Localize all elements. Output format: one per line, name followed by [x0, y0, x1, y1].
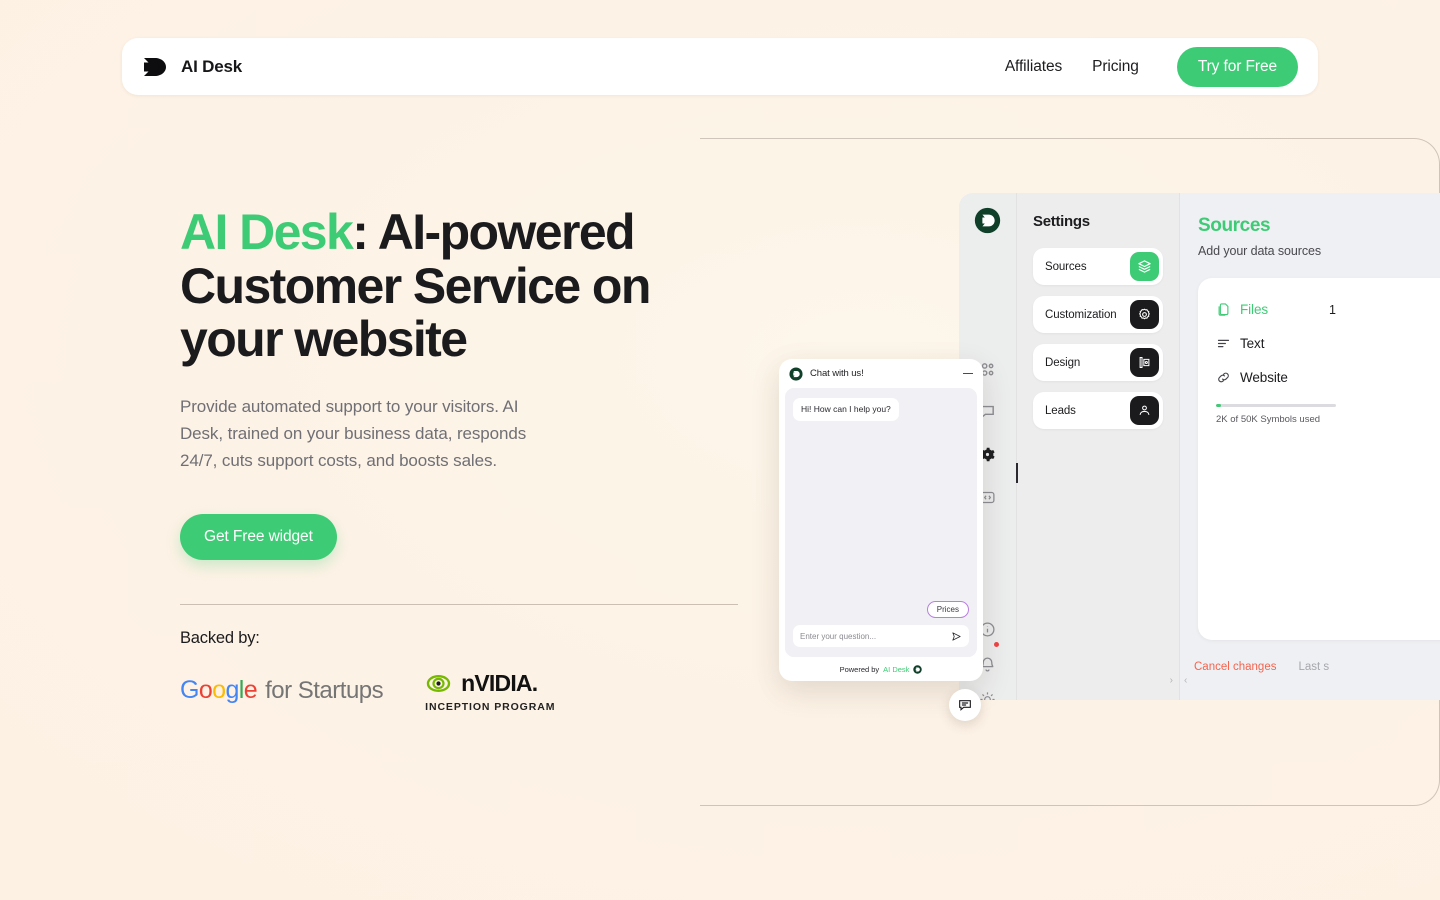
nav-link-pricing[interactable]: Pricing [1092, 58, 1139, 76]
get-free-widget-button[interactable]: Get Free widget [180, 513, 337, 560]
nvidia-wordmark: nVIDIA. [461, 669, 538, 696]
aidesk-circle-logo-icon [789, 366, 803, 381]
chat-bot-message: Hi! How can I help you? [793, 398, 899, 422]
link-icon [1218, 372, 1229, 383]
headline-accent: AI Desk [180, 204, 354, 260]
text-caret [1016, 463, 1018, 483]
hero-divider [180, 603, 738, 605]
sources-subtitle: Add your data sources [1198, 244, 1321, 258]
setting-row-customization[interactable]: Customization [1033, 296, 1163, 333]
settings-panel: Settings Sources Customization Design Le… [1016, 193, 1179, 700]
minimize-icon[interactable] [963, 372, 973, 375]
google-letter-g2: g [225, 676, 239, 705]
send-icon[interactable] [951, 631, 962, 642]
setting-label-customization: Customization [1045, 308, 1117, 321]
chat-input-placeholder: Enter your question... [800, 631, 877, 641]
source-label-text: Text [1240, 336, 1265, 351]
google-suffix: for Startups [265, 677, 384, 705]
setting-label-design: Design [1045, 356, 1081, 369]
sources-card: Files 1 Text Website 2K of 50K Symbols u… [1198, 278, 1440, 640]
chat-input[interactable]: Enter your question... [793, 625, 969, 647]
layers-icon [1130, 252, 1159, 281]
dashboard-preview: Settings Sources Customization Design Le… [959, 193, 1440, 700]
nvidia-subtitle: INCEPTION PROGRAM [425, 700, 556, 713]
chat-widget-title: Chat with us! [810, 368, 864, 379]
nav-link-affiliates[interactable]: Affiliates [1005, 58, 1062, 76]
powered-by-brand: AI Desk [883, 664, 910, 674]
chat-bubble-icon [959, 700, 971, 711]
usage-progress: 2K of 50K Symbols used [1216, 404, 1336, 425]
bell-dot-badge [994, 642, 999, 647]
setting-label-sources: Sources [1045, 260, 1087, 273]
setting-row-leads[interactable]: Leads [1033, 392, 1163, 429]
last-saved-label: Last s [1298, 661, 1330, 673]
chat-widget-footer: Powered by AI Desk [779, 657, 983, 681]
setting-row-sources[interactable]: Sources [1033, 248, 1163, 285]
cancel-changes-link[interactable]: Cancel changes [1194, 661, 1276, 673]
aidesk-d-logo-icon [144, 57, 166, 76]
chat-widget: Chat with us! Hi! How can I help you? Pr… [779, 359, 983, 681]
text-lines-icon [1217, 339, 1230, 348]
source-label-website: Website [1240, 370, 1288, 385]
page-root: AI Desk Affiliates Pricing Try for Free … [0, 0, 1440, 900]
site-header: AI Desk Affiliates Pricing Try for Free [122, 38, 1318, 95]
aidesk-circle-logo-icon [974, 207, 1001, 234]
try-for-free-button[interactable]: Try for Free [1176, 46, 1298, 87]
usage-label: 2K of 50K Symbols used [1216, 414, 1321, 425]
google-letter-o2: o [212, 676, 226, 705]
page-title: AI Desk: AI-powered Customer Service on … [180, 204, 680, 367]
google-letter-o1: o [198, 676, 213, 705]
quick-reply-row: Prices [793, 601, 969, 618]
sources-collapse-chevron[interactable]: ‹ [1184, 675, 1187, 686]
google-letter-g1: G [180, 676, 199, 705]
source-item-files[interactable]: Files 1 [1216, 302, 1440, 317]
aidesk-circle-logo-icon [913, 664, 923, 674]
people-icon [1130, 396, 1159, 425]
sources-title: Sources [1198, 215, 1271, 236]
setting-row-design[interactable]: Design [1033, 344, 1163, 381]
chat-widget-header: Chat with us! [779, 359, 983, 388]
quick-reply-prices[interactable]: Prices [926, 601, 969, 618]
usage-progress-track [1216, 404, 1336, 407]
powered-by-label: Powered by [839, 664, 880, 674]
chat-message-area: Hi! How can I help you? Prices Enter you… [785, 388, 977, 657]
usage-progress-fill [1216, 404, 1221, 407]
hero-section: AI Desk: AI-powered Customer Service on … [180, 204, 740, 713]
settings-title: Settings [1033, 213, 1090, 230]
sources-panel: Sources Add your data sources Files 1 Te… [1179, 193, 1440, 700]
nvidia-inception-logo: nVIDIA. INCEPTION PROGRAM [425, 670, 555, 713]
source-item-text[interactable]: Text [1216, 336, 1440, 351]
palette-icon [1130, 348, 1159, 377]
settings-collapse-chevron[interactable]: › [1170, 675, 1173, 686]
source-count-files: 1 [1329, 302, 1336, 317]
nvidia-eye-icon [426, 674, 451, 692]
gear-icon [1130, 300, 1159, 329]
hero-subhead: Provide automated support to your visito… [180, 396, 527, 470]
backed-by-label: Backed by: [180, 628, 260, 647]
chat-fab-button[interactable] [949, 689, 981, 721]
sources-footer: Cancel changes Last s [1194, 661, 1329, 673]
main-nav: Affiliates Pricing Try for Free [1005, 46, 1298, 87]
source-label-files: Files [1240, 302, 1269, 317]
files-icon [1218, 303, 1229, 316]
brand-name: AI Desk [181, 56, 242, 76]
google-wordmark: Google [180, 676, 258, 705]
brand[interactable]: AI Desk [138, 51, 242, 83]
nvidia-top-row: nVIDIA. [425, 670, 555, 697]
source-item-website[interactable]: Website [1216, 370, 1440, 385]
google-letter-e: e [243, 676, 258, 705]
setting-label-leads: Leads [1045, 404, 1076, 417]
google-for-startups-logo: Google for Startups [180, 676, 384, 705]
sun-icon[interactable] [979, 691, 996, 700]
partner-logos: Google for Startups nVIDIA. INCEPTION PR… [180, 670, 740, 713]
